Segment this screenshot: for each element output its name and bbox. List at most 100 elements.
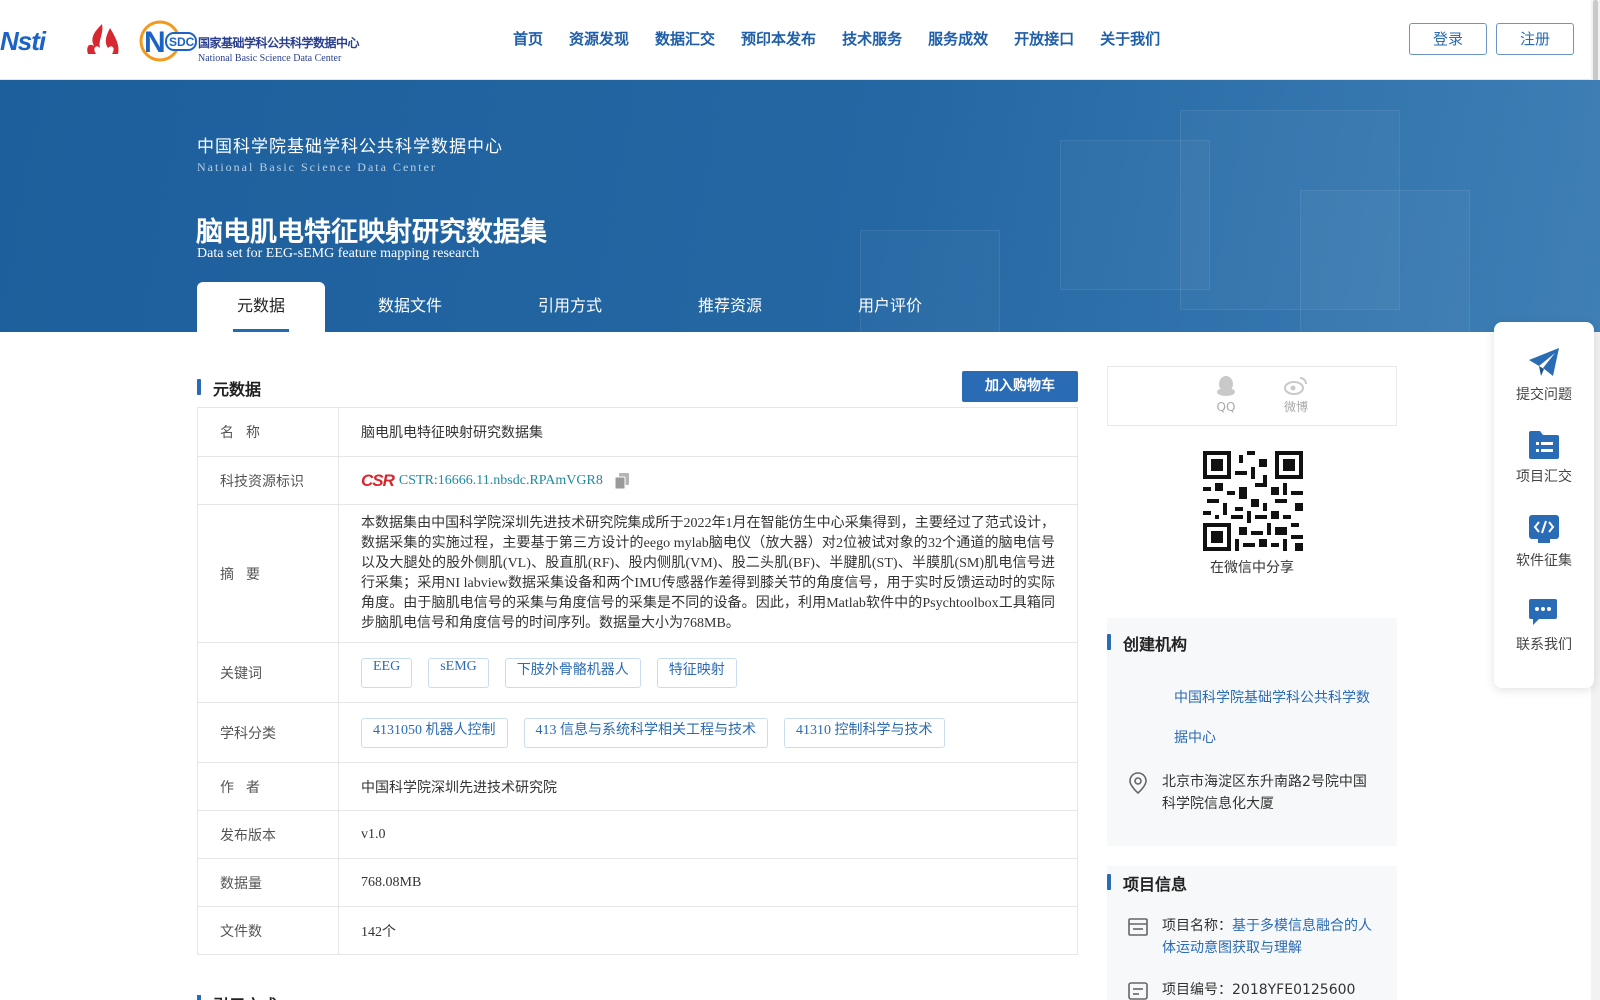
paper-plane-icon xyxy=(1529,348,1559,376)
copy-icon[interactable] xyxy=(614,472,629,489)
side-label: 项目汇交 xyxy=(1516,469,1572,485)
organization-link[interactable]: 中国科学院基础学科公共科学数据中心 xyxy=(1174,678,1374,758)
project-number-icon xyxy=(1128,982,1148,1000)
qq-icon xyxy=(1217,376,1235,396)
row-label: 数据量 xyxy=(198,859,339,906)
row-label: 作者 xyxy=(198,763,339,810)
abstract-text: 本数据集由中国科学院深圳先进技术研究院集成所于2022年1月在智能仿生中心采集得… xyxy=(361,515,1055,631)
contact-us-button[interactable]: 联系我们 xyxy=(1494,598,1594,654)
data-center-name-en: National Basic Science Data Center xyxy=(197,160,437,174)
resource-id-cell: CSR CSTR:16666.11.nbsdc.RPAmVGR8 xyxy=(339,457,1077,504)
share-box: QQ 微博 xyxy=(1107,366,1397,426)
table-row: 数据量 768.08MB xyxy=(198,858,1077,906)
folder-list-icon xyxy=(1529,431,1559,459)
keyword-tags: EEG sEMG 下肢外骨骼机器人 特征映射 xyxy=(339,643,1077,702)
table-row: 学科分类 4131050 机器人控制 413 信息与系统科学相关工程与技术 41… xyxy=(198,702,1077,762)
table-row: 关键词 EEG sEMG 下肢外骨骼机器人 特征映射 xyxy=(198,642,1077,702)
cstr-logo[interactable]: Nsti xyxy=(0,26,46,57)
version-value: v1.0 xyxy=(361,826,386,842)
share-weibo[interactable]: 微博 xyxy=(1276,375,1316,415)
chat-bubble-icon xyxy=(1529,599,1557,625)
data-size-value: 768.08MB xyxy=(361,874,422,890)
floating-side-toolbar: 提交问题 项目汇交 软件征集 联系我们 xyxy=(1494,322,1594,688)
tab-metadata[interactable]: 元数据 xyxy=(197,282,325,332)
subject-tag[interactable]: 41310 控制科学与技术 xyxy=(784,717,945,748)
nsdc-logo-icon[interactable]: N SDC xyxy=(136,20,200,62)
table-row: 科技资源标识 CSR CSTR:16666.11.nbsdc.RPAmVGR8 xyxy=(198,456,1077,504)
project-submission-button[interactable]: 项目汇交 xyxy=(1494,430,1594,486)
data-center-name-cn: 中国科学院基础学科公共科学数据中心 xyxy=(197,137,503,157)
weibo-icon xyxy=(1284,377,1307,395)
cstr-red-logo: CSR xyxy=(361,470,395,490)
side-label: 提交问题 xyxy=(1516,387,1572,403)
row-label: 摘要 xyxy=(198,505,339,642)
table-row: 文件数 142个 xyxy=(198,906,1077,954)
keyword-tag[interactable]: sEMG xyxy=(428,657,489,688)
table-row: 名称 脑电肌电特征映射研究数据集 xyxy=(198,408,1077,456)
project-name-icon xyxy=(1128,918,1148,936)
cstr-identifier-link[interactable]: CSTR:16666.11.nbsdc.RPAmVGR8 xyxy=(399,473,603,489)
keyword-tag[interactable]: 特征映射 xyxy=(656,657,737,688)
dataset-banner: 中国科学院基础学科公共科学数据中心 National Basic Science… xyxy=(0,80,1600,332)
main-nav: 首页 资源发现 数据汇交 预印本发布 技术服务 服务成效 开放接口 关于我们 xyxy=(500,28,1173,49)
metadata-section-title: 元数据 xyxy=(197,376,261,400)
side-label: 联系我们 xyxy=(1516,637,1572,653)
register-button[interactable]: 注册 xyxy=(1496,23,1574,55)
side-label: 软件征集 xyxy=(1516,553,1572,569)
share-weibo-label: 微博 xyxy=(1283,400,1308,414)
cas-flame-logo-icon[interactable] xyxy=(82,22,120,58)
project-name-line: 项目名称：基于多模信息融合的人体运动意图获取与理解 xyxy=(1162,915,1382,959)
share-qq-label: QQ xyxy=(1216,400,1236,414)
share-qq[interactable]: QQ xyxy=(1206,375,1246,414)
organization-title: 创建机构 xyxy=(1107,631,1187,655)
wechat-share-caption: 在微信中分享 xyxy=(1210,560,1294,576)
row-label: 发布版本 xyxy=(198,811,339,858)
nav-data-submission[interactable]: 数据汇交 xyxy=(655,28,715,49)
file-count-value: 142个 xyxy=(361,924,396,940)
tab-user-reviews[interactable]: 用户评价 xyxy=(815,282,965,332)
keyword-tag[interactable]: 下肢外骨骼机器人 xyxy=(504,657,641,688)
row-label: 关键词 xyxy=(198,643,339,702)
subject-tag[interactable]: 413 信息与系统科学相关工程与技术 xyxy=(523,717,768,748)
nav-preprint[interactable]: 预印本发布 xyxy=(741,28,816,49)
project-number-value: 2018YFE0125600 xyxy=(1232,982,1356,998)
project-number-line: 项目编号：2018YFE0125600 xyxy=(1162,979,1382,1000)
tab-data-files[interactable]: 数据文件 xyxy=(325,282,495,332)
tab-recommended[interactable]: 推荐资源 xyxy=(645,282,815,332)
project-name-label: 项目名称： xyxy=(1162,918,1232,934)
submit-question-button[interactable]: 提交问题 xyxy=(1494,346,1594,404)
software-collection-button[interactable]: 软件征集 xyxy=(1494,514,1594,570)
nav-tech-service[interactable]: 技术服务 xyxy=(842,28,902,49)
dataset-name-value: 脑电肌电特征映射研究数据集 xyxy=(361,426,543,441)
add-to-cart-button[interactable]: 加入购物车 xyxy=(962,371,1078,402)
nav-service-results[interactable]: 服务成效 xyxy=(928,28,988,49)
subject-tag[interactable]: 4131050 机器人控制 xyxy=(361,717,508,748)
tab-citation[interactable]: 引用方式 xyxy=(495,282,645,332)
nsdc-logo-cn: 国家基础学科公共科学数据中心 xyxy=(198,36,360,50)
dataset-title-en: Data set for EEG-sEMG feature mapping re… xyxy=(197,246,480,261)
keyword-tag[interactable]: EEG xyxy=(361,657,413,688)
author-value: 中国科学院深圳先进技术研究院 xyxy=(361,780,557,796)
code-icon xyxy=(1529,515,1559,543)
project-number-label: 项目编号： xyxy=(1162,982,1232,998)
nsdc-logo-en: National Basic Science Data Center xyxy=(198,53,342,64)
top-navigation-bar: Nsti N SDC 国家基础学科公共科学数据中心 National Basic… xyxy=(0,0,1600,80)
nav-resource-discovery[interactable]: 资源发现 xyxy=(569,28,629,49)
nav-open-api[interactable]: 开放接口 xyxy=(1014,28,1074,49)
banner-decoration xyxy=(1300,190,1470,332)
svg-text:N: N xyxy=(144,26,166,59)
login-button[interactable]: 登录 xyxy=(1409,23,1487,55)
citation-section-title: 引用方式 xyxy=(197,992,277,1000)
nsdc-logo-mark: SDC xyxy=(169,35,195,49)
nsdc-logo-text[interactable]: 国家基础学科公共科学数据中心 National Basic Science Da… xyxy=(198,34,360,64)
dataset-title-cn: 脑电肌电特征映射研究数据集 xyxy=(196,217,547,248)
organization-address: 北京市海淀区东升南路2号院中国科学院信息化大厦 xyxy=(1162,774,1367,812)
metadata-table: 名称 脑电肌电特征映射研究数据集 科技资源标识 CSR CSTR:16666.1… xyxy=(197,407,1078,955)
table-row: 摘要 本数据集由中国科学院深圳先进技术研究院集成所于2022年1月在智能仿生中心… xyxy=(198,504,1077,642)
dataset-tabs: 元数据 数据文件 引用方式 推荐资源 用户评价 xyxy=(197,282,965,332)
nav-about[interactable]: 关于我们 xyxy=(1100,28,1160,49)
location-pin-icon xyxy=(1129,772,1147,794)
project-title: 项目信息 xyxy=(1107,871,1187,895)
table-row: 作者 中国科学院深圳先进技术研究院 xyxy=(198,762,1077,810)
nav-home[interactable]: 首页 xyxy=(513,28,543,49)
